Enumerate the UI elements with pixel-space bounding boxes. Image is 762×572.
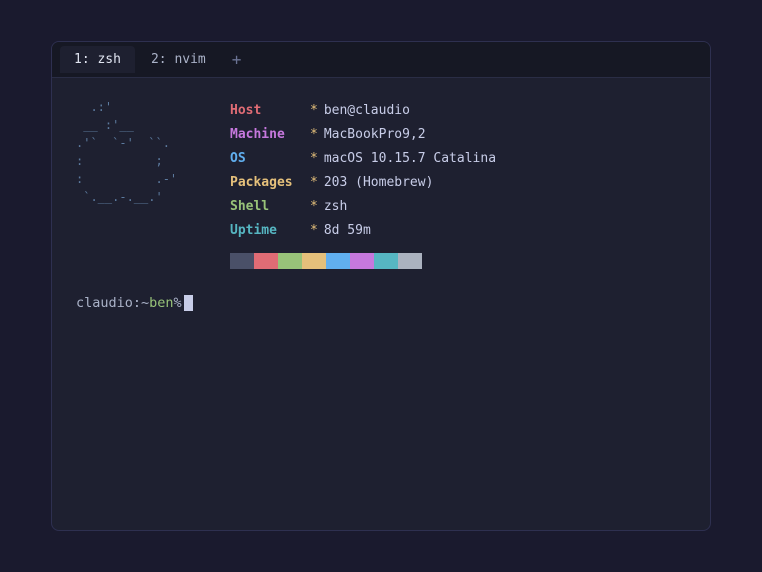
star-uptime: * [310,220,318,242]
terminal-window: 1: zsh 2: nvim + .:' __ :'__ .'` `-' ``.… [51,41,711,531]
info-row-host: Host * ben@claudio [230,100,496,122]
color-swatch-2 [278,253,302,269]
label-packages: Packages [230,172,310,194]
info-row-shell: Shell * zsh [230,196,496,218]
new-tab-button[interactable]: + [222,46,252,73]
value-host: ben@claudio [324,100,410,122]
prompt-line[interactable]: claudio:~ ben % [76,295,686,311]
color-swatch-5 [350,253,374,269]
info-row-os: OS * macOS 10.15.7 Catalina [230,148,496,170]
prompt-user: ben [149,295,173,311]
tab-nvim[interactable]: 2: nvim [137,46,220,73]
star-host: * [310,100,318,122]
label-shell: Shell [230,196,310,218]
neofetch-container: .:' __ :'__ .'` `-' ``. : ; : .-' `.__.-… [76,98,686,269]
info-row-uptime: Uptime * 8d 59m [230,220,496,242]
star-shell: * [310,196,318,218]
color-swatch-4 [326,253,350,269]
star-packages: * [310,172,318,194]
color-swatch-3 [302,253,326,269]
color-swatch-7 [398,253,422,269]
value-machine: MacBookPro9,2 [324,124,426,146]
terminal-body: .:' __ :'__ .'` `-' ``. : ; : .-' `.__.-… [52,78,710,530]
ascii-art: .:' __ :'__ .'` `-' ``. : ; : .-' `.__.-… [76,98,206,206]
info-row-machine: Machine * MacBookPro9,2 [230,124,496,146]
star-os: * [310,148,318,170]
value-shell: zsh [324,196,347,218]
color-palette [230,253,496,269]
label-uptime: Uptime [230,220,310,242]
prompt-host: claudio:~ [76,295,149,311]
prompt-symbol: % [174,295,182,311]
color-swatch-0 [230,253,254,269]
color-swatch-1 [254,253,278,269]
cursor-block [184,295,193,311]
label-machine: Machine [230,124,310,146]
color-swatch-6 [374,253,398,269]
value-os: macOS 10.15.7 Catalina [324,148,496,170]
value-uptime: 8d 59m [324,220,371,242]
system-info: Host * ben@claudio Machine * MacBookPro9… [230,98,496,269]
value-packages: 203 (Homebrew) [324,172,434,194]
tab-bar: 1: zsh 2: nvim + [52,42,710,78]
info-row-packages: Packages * 203 (Homebrew) [230,172,496,194]
label-host: Host [230,100,310,122]
tab-zsh[interactable]: 1: zsh [60,46,135,73]
star-machine: * [310,124,318,146]
label-os: OS [230,148,310,170]
